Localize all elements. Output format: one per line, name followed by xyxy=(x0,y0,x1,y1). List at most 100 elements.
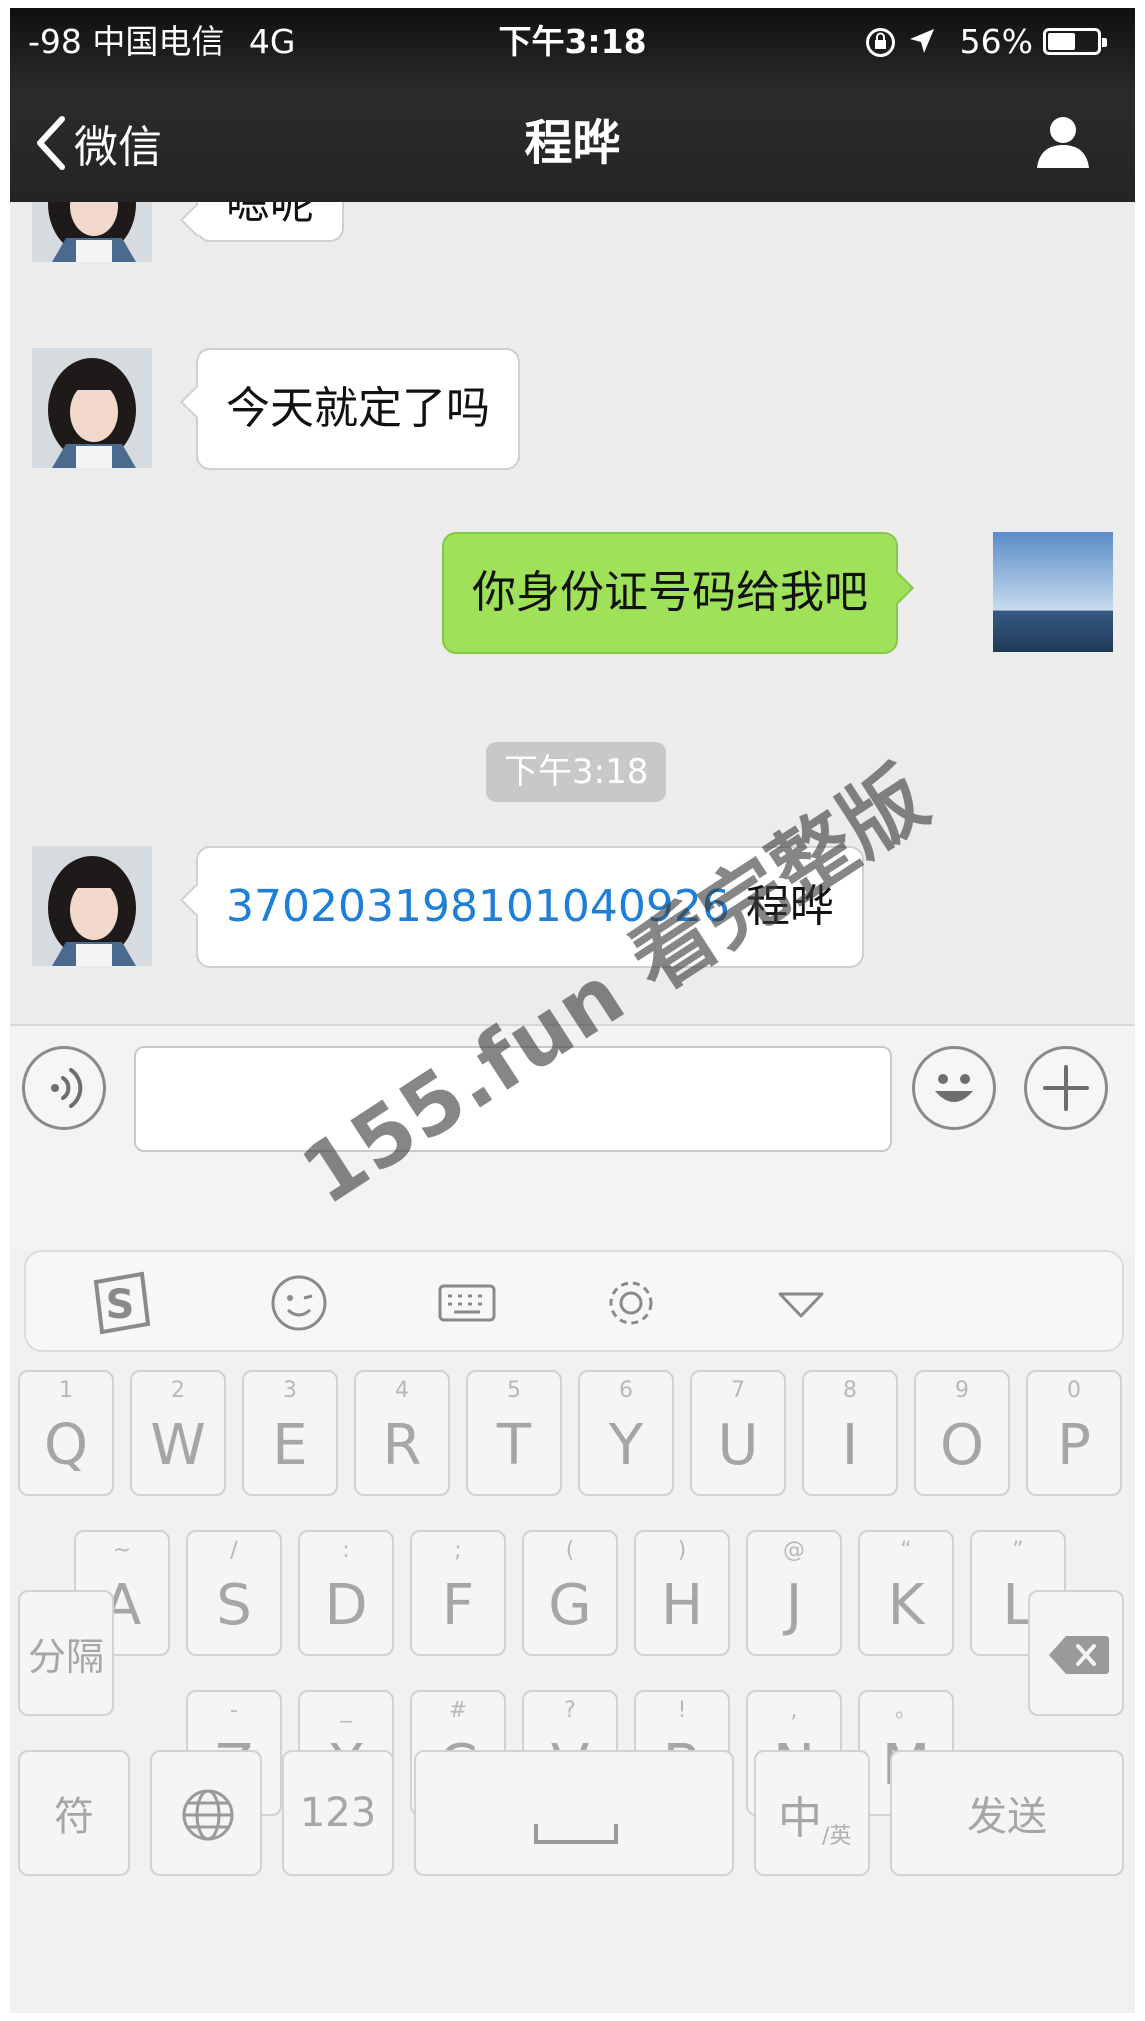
key-label: U xyxy=(717,1413,759,1478)
keyboard-icon[interactable] xyxy=(432,1268,502,1338)
my-avatar[interactable] xyxy=(993,532,1113,652)
key-label: G xyxy=(548,1573,592,1638)
key-h[interactable]: ) H xyxy=(634,1530,730,1656)
key-secondary-label: 2 xyxy=(171,1378,185,1403)
key-secondary-label: @ xyxy=(783,1538,805,1563)
key-y[interactable]: 6Y xyxy=(578,1370,674,1496)
key-secondary-label: / xyxy=(230,1538,238,1563)
keyboard: S 1Q2W3E4R5T6Y7U8I9O0P ~ A / S: D; F(G) H @ J “K”… xyxy=(10,1250,1135,2013)
key-secondary-label: 。 xyxy=(894,1698,917,1723)
contact-profile-icon[interactable] xyxy=(1033,112,1093,172)
emoji-button[interactable] xyxy=(912,1046,996,1130)
key-r[interactable]: 4R xyxy=(354,1370,450,1496)
key-label: T xyxy=(496,1413,532,1478)
key-secondary-label: ; xyxy=(454,1538,462,1563)
key-o[interactable]: 9O xyxy=(914,1370,1010,1496)
key-label: W xyxy=(150,1413,206,1478)
message-text: 你身份证号码给我吧 xyxy=(472,567,868,618)
key-label: Q xyxy=(43,1413,89,1478)
key-secondary-label: 0 xyxy=(1067,1378,1081,1403)
key-w[interactable]: 2W xyxy=(130,1370,226,1496)
key-g[interactable]: (G xyxy=(522,1530,618,1656)
key-secondary-label: 4 xyxy=(395,1378,409,1403)
plus-icon xyxy=(1043,1065,1089,1111)
message-bubble-incoming[interactable]: 今天就定了吗 xyxy=(196,348,520,470)
key-secondary-label: : xyxy=(342,1538,350,1563)
key-secondary-label: 5 xyxy=(507,1378,521,1403)
key-label: O xyxy=(939,1413,985,1478)
key-secondary-label: 9 xyxy=(955,1378,969,1403)
top-bar: -98 中国电信 4G 下午3:18 56% 微信 程晔 xyxy=(10,8,1135,202)
send-key[interactable]: 发送 xyxy=(890,1750,1124,1876)
key-j[interactable]: @ J xyxy=(746,1530,842,1656)
key-secondary-label: 3 xyxy=(283,1378,297,1403)
key-s[interactable]: / S xyxy=(186,1530,282,1656)
key-label: H xyxy=(660,1573,704,1638)
key-secondary-label: # xyxy=(448,1698,468,1723)
smiley-icon xyxy=(935,1074,973,1102)
chat-area[interactable]: 嗯呢 今天就定了吗 你身份证号码给我吧 下午3:18 3702031981010… xyxy=(10,202,1135,1024)
key-secondary-label: ” xyxy=(1012,1538,1024,1563)
chinese-english-toggle-key[interactable]: 中 /英 xyxy=(754,1750,870,1876)
key-u[interactable]: 7U xyxy=(690,1370,786,1496)
space-key[interactable] xyxy=(414,1750,734,1876)
key-q[interactable]: 1Q xyxy=(18,1370,114,1496)
key-label: E xyxy=(272,1413,308,1478)
keyboard-toolbar: S xyxy=(24,1250,1124,1352)
key-secondary-label: “ xyxy=(900,1538,912,1563)
key-label: R xyxy=(382,1413,422,1478)
lang-main-label: 中 xyxy=(778,1793,822,1844)
separator-key[interactable]: 分隔 xyxy=(18,1590,114,1716)
key-secondary-label: 8 xyxy=(843,1378,857,1403)
key-k[interactable]: “K xyxy=(858,1530,954,1656)
separator-key-label: 分隔 xyxy=(27,1634,104,1679)
backspace-icon xyxy=(1049,1636,1109,1674)
key-secondary-label: 7 xyxy=(731,1378,745,1403)
key-label: D xyxy=(324,1573,368,1638)
key-i[interactable]: 8I xyxy=(802,1370,898,1496)
key-secondary-label: ? xyxy=(564,1698,576,1723)
battery-percentage: 56% xyxy=(959,22,1033,61)
key-t[interactable]: 5T xyxy=(466,1370,562,1496)
message-text: 今天就定了吗 xyxy=(226,383,490,434)
gear-icon[interactable] xyxy=(596,1268,666,1338)
backspace-key[interactable] xyxy=(1028,1590,1124,1716)
svg-text:S: S xyxy=(106,1282,135,1328)
sogou-logo-icon[interactable]: S xyxy=(86,1268,156,1338)
voice-input-button[interactable] xyxy=(22,1046,106,1130)
numbers-key-label: 123 xyxy=(299,1790,377,1836)
key-d[interactable]: :D xyxy=(298,1530,394,1656)
emoji-wink-icon[interactable] xyxy=(264,1268,334,1338)
key-e[interactable]: 3E xyxy=(242,1370,338,1496)
language-switch-key[interactable] xyxy=(150,1750,262,1876)
globe-icon xyxy=(182,1789,234,1841)
chat-title: 程晔 xyxy=(524,115,621,171)
space-icon xyxy=(534,1824,618,1844)
rotation-lock-icon xyxy=(866,28,895,57)
symbol-key[interactable]: 符 xyxy=(18,1750,130,1876)
battery-level-fill xyxy=(1048,33,1075,50)
key-label: P xyxy=(1057,1413,1091,1478)
contact-avatar[interactable] xyxy=(32,348,152,468)
key-p[interactable]: 0P xyxy=(1026,1370,1122,1496)
contact-avatar[interactable] xyxy=(32,202,152,262)
key-label: I xyxy=(841,1413,859,1478)
message-text: 嗯呢 xyxy=(226,202,314,229)
key-secondary-label: _ xyxy=(340,1698,352,1723)
key-label: K xyxy=(887,1573,925,1638)
phone-screen: -98 中国电信 4G 下午3:18 56% 微信 程晔 嗯呢 今天就定了吗 你… xyxy=(10,8,1135,2013)
key-f[interactable]: ; F xyxy=(410,1530,506,1656)
numbers-key[interactable]: 123 xyxy=(282,1750,394,1876)
send-key-label: 发送 xyxy=(967,1794,1047,1840)
key-secondary-label: ! xyxy=(677,1698,687,1723)
more-options-button[interactable] xyxy=(1024,1046,1108,1130)
key-secondary-label: 1 xyxy=(59,1378,73,1403)
lang-sub-label: /英 xyxy=(822,1824,852,1849)
contact-avatar[interactable] xyxy=(32,846,152,966)
key-label: J xyxy=(785,1573,803,1638)
key-secondary-label: 6 xyxy=(619,1378,633,1403)
voice-wave-icon xyxy=(51,1068,83,1108)
message-bubble-outgoing[interactable]: 你身份证号码给我吧 xyxy=(442,532,898,654)
message-bubble-incoming[interactable]: 嗯呢 xyxy=(196,202,344,242)
collapse-keyboard-icon[interactable] xyxy=(766,1268,836,1338)
